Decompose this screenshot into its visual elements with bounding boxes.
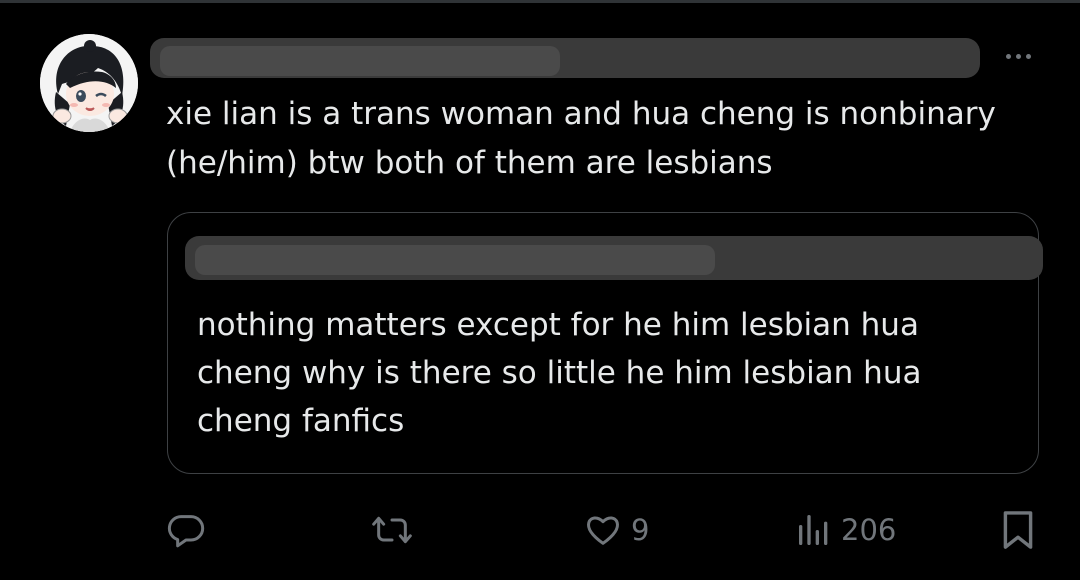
tweet-text-line: xie lian is a trans woman and hua cheng … (166, 96, 996, 132)
view-count: 206 (841, 513, 897, 547)
bookmark-icon (1003, 511, 1033, 549)
redacted-quoted-username-mark (195, 245, 715, 275)
like-count: 9 (631, 513, 650, 547)
tweet-text: xie lian is a trans woman and hua cheng … (166, 90, 1046, 188)
reply-icon (167, 515, 205, 548)
more-options-button[interactable] (996, 44, 1040, 68)
avatar-illustration (40, 34, 138, 132)
more-dots-icon (1015, 53, 1021, 59)
more-dots-icon (1025, 53, 1031, 59)
heart-icon (586, 516, 620, 545)
like-button[interactable]: 9 (583, 500, 649, 560)
action-bar: 9 206 (0, 500, 1080, 560)
quoted-tweet-text: nothing matters except for he him lesbia… (197, 301, 997, 445)
views-chart-icon (799, 515, 828, 545)
reply-button[interactable] (166, 500, 206, 560)
tweet-text-line: (he/him) btw both of them are lesbians (166, 145, 773, 181)
avatar[interactable] (40, 34, 138, 132)
quoted-text-line: nothing matters except for he him lesbia… (197, 307, 919, 343)
quoted-text-line: cheng why is there so little he him lesb… (197, 355, 922, 391)
top-divider (0, 0, 1080, 3)
more-dots-icon (1005, 53, 1011, 59)
bookmark-button[interactable] (1000, 500, 1036, 560)
views-button[interactable]: 206 (795, 500, 896, 560)
quoted-text-line: cheng fanfics (197, 403, 405, 439)
retweet-button[interactable] (370, 500, 414, 560)
redacted-username-mark (160, 46, 560, 76)
retweet-icon (372, 516, 412, 544)
